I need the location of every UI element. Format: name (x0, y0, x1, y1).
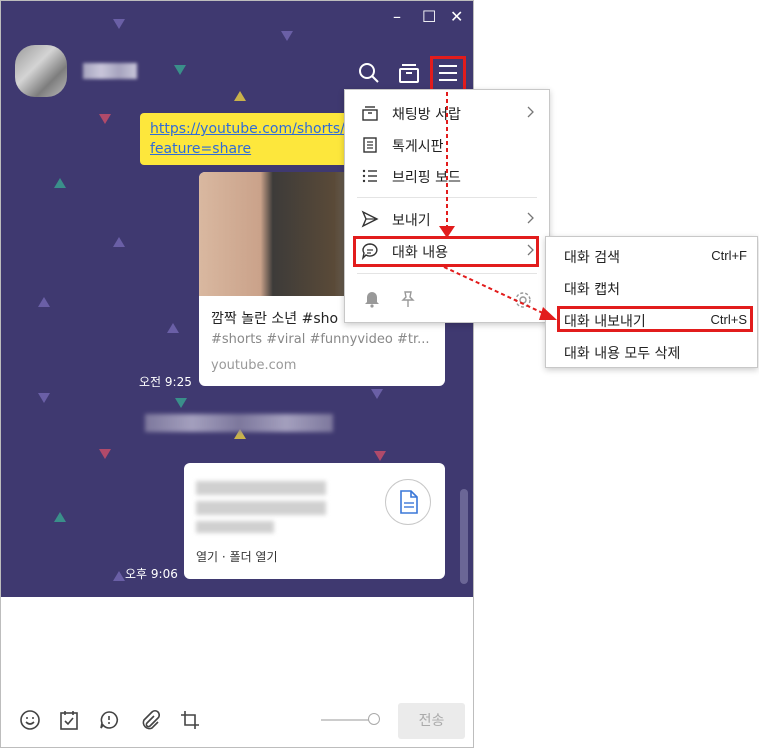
decor-triangle (99, 449, 111, 459)
close-button[interactable]: ✕ (450, 9, 463, 25)
menu-divider (357, 273, 537, 274)
list-icon (362, 169, 377, 183)
link-preview-tags: #shorts #viral #funnyvideo #tr... (211, 332, 430, 347)
menu-divider (357, 197, 537, 198)
submenu-item-delete-all[interactable]: 대화 내용 모두 삭제 (546, 336, 757, 366)
chevron-right-icon (527, 106, 534, 118)
submenu-item-capture[interactable]: 대화 캡처 (546, 272, 757, 302)
submenu-item-label: 대화 검색 (564, 250, 620, 266)
decor-triangle (113, 237, 125, 247)
menu-item-label: 톡게시판 (392, 139, 444, 155)
transparency-slider[interactable] (321, 719, 373, 721)
gear-icon[interactable] (513, 290, 533, 310)
speech-icon[interactable] (98, 709, 120, 731)
drawer-icon[interactable] (397, 61, 421, 85)
calendar-check-icon[interactable] (58, 709, 80, 731)
file-name-line2 (196, 501, 326, 515)
menu-item-send[interactable]: 보내기 (345, 204, 549, 234)
menu-button-highlight (430, 56, 466, 92)
send-button[interactable]: 전송 (398, 703, 465, 739)
menu-item-board[interactable]: 톡게시판 (345, 130, 549, 160)
decor-triangle (113, 19, 125, 29)
file-info (196, 521, 274, 533)
decor-triangle (113, 571, 125, 581)
link-message-bubble[interactable]: https://youtube.com/shorts/8 feature=sha… (140, 113, 360, 165)
decor-triangle (54, 178, 66, 188)
paperclip-icon[interactable] (138, 709, 160, 731)
submenu-item-label: 대화 캡처 (564, 282, 620, 298)
chat-room-menu: 채팅방 서랍 톡게시판 브리핑 보드 보내기 대화 내용 (344, 89, 550, 323)
decor-triangle (234, 91, 246, 101)
avatar[interactable] (15, 45, 67, 97)
decor-triangle (167, 323, 179, 333)
menu-item-briefing[interactable]: 브리핑 보드 (345, 161, 549, 191)
chat-room-name (83, 63, 137, 79)
shortcut-label: Ctrl+F (711, 248, 747, 263)
decor-triangle (174, 65, 186, 75)
emoji-icon[interactable] (19, 709, 41, 731)
shared-link-line2[interactable]: feature=share (150, 139, 251, 159)
bell-icon[interactable] (363, 290, 381, 308)
shared-link-line1[interactable]: https://youtube.com/shorts/8 (150, 119, 354, 139)
crop-icon[interactable] (179, 709, 201, 731)
file-actions[interactable]: 열기 · 폴더 열기 (196, 548, 278, 565)
search-icon[interactable] (357, 61, 381, 85)
menu-item-label: 채팅방 서랍 (392, 107, 461, 123)
drawer-icon (362, 106, 378, 121)
board-icon (363, 137, 377, 153)
decor-triangle (281, 31, 293, 41)
decor-triangle (38, 297, 50, 307)
menu-item-drawer[interactable]: 채팅방 서랍 (345, 98, 549, 128)
decor-triangle (175, 398, 187, 408)
submenu-item-search[interactable]: 대화 검색 Ctrl+F (546, 240, 757, 270)
minimize-button[interactable]: – (393, 9, 401, 25)
file-name (196, 481, 326, 495)
message-time: 오후 9:06 (125, 567, 178, 581)
file-message-card[interactable]: 열기 · 폴더 열기 (184, 463, 445, 579)
chevron-right-icon (527, 212, 534, 224)
send-icon (361, 210, 379, 228)
decor-triangle (374, 451, 386, 461)
decor-triangle (38, 393, 50, 403)
link-preview-domain: youtube.com (211, 358, 297, 373)
decor-triangle (371, 389, 383, 399)
menu-item-label: 보내기 (392, 213, 431, 229)
link-preview-title: 깜짝 놀란 소년 #sho (211, 311, 339, 327)
scrollbar[interactable] (460, 489, 468, 584)
pin-icon[interactable] (399, 290, 417, 308)
system-message (145, 414, 333, 432)
maximize-button[interactable]: ☐ (422, 9, 436, 25)
decor-triangle (99, 114, 111, 124)
decor-triangle (54, 512, 66, 522)
export-item-highlight (557, 306, 753, 332)
submenu-item-label: 대화 내용 모두 삭제 (564, 346, 681, 362)
conversation-item-highlight (353, 236, 539, 267)
message-time: 오전 9:25 (139, 375, 192, 389)
slider-handle[interactable] (368, 713, 380, 725)
conversation-submenu: 대화 검색 Ctrl+F 대화 캡처 대화 내보내기 Ctrl+S 대화 내용 … (545, 236, 758, 368)
menu-item-label: 브리핑 보드 (392, 170, 461, 186)
document-icon[interactable] (385, 479, 431, 525)
